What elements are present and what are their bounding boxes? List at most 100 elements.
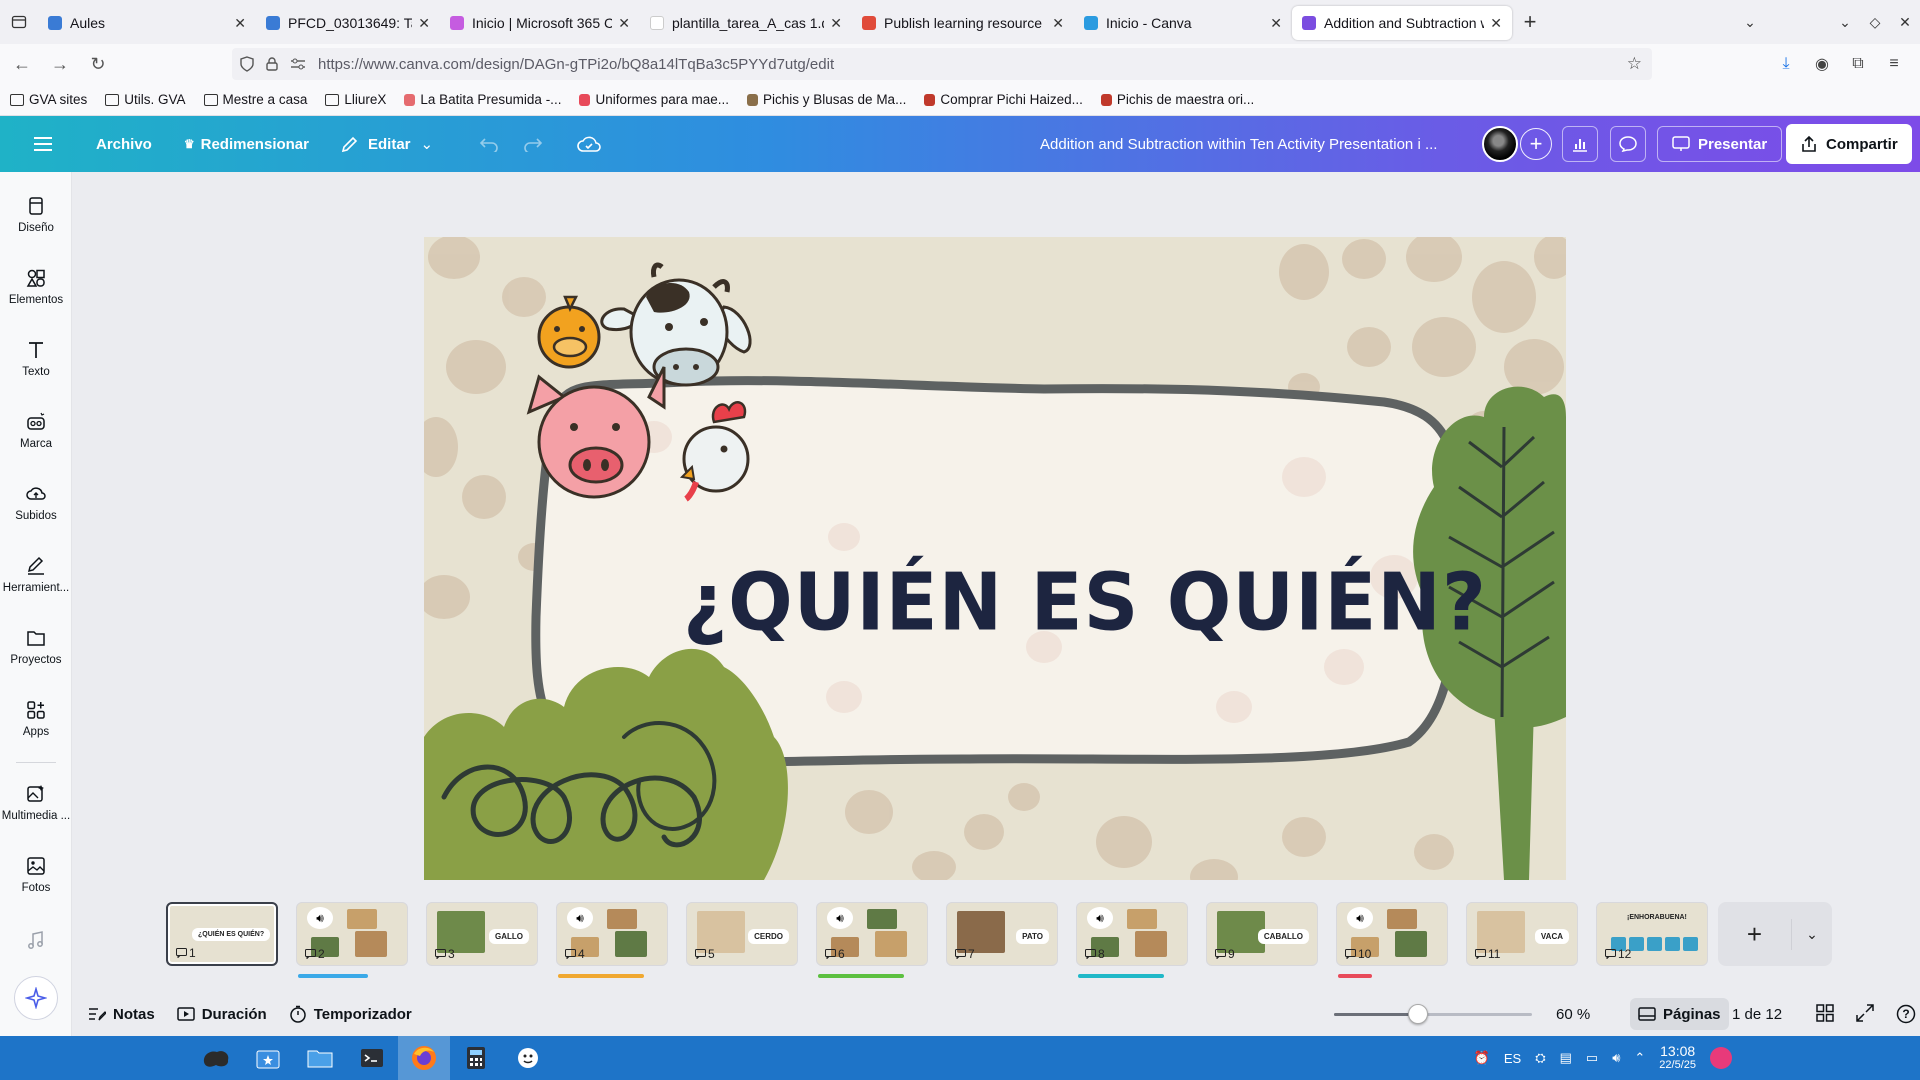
permissions-icon[interactable] <box>290 58 306 70</box>
page-thumbnail[interactable]: 🔊︎ 6 <box>816 902 928 966</box>
browser-tab[interactable]: PFCD_03013649: Tasca Mó ✕ <box>256 6 440 40</box>
account-icon[interactable]: ◉ <box>1804 48 1840 80</box>
page-thumbnail[interactable]: 🔊︎ 8 <box>1076 902 1188 966</box>
sidebar-item[interactable]: Texto <box>0 340 72 378</box>
alarm-icon[interactable]: ⏰ <box>1474 1050 1490 1066</box>
lock-icon[interactable] <box>266 57 278 71</box>
list-all-tabs-icon[interactable]: ⌄ <box>1730 14 1770 31</box>
presentar-button[interactable]: Presentar <box>1657 126 1783 162</box>
browser-tab[interactable]: Inicio - Canva ✕ <box>1074 6 1292 40</box>
fullscreen-icon[interactable] <box>1856 1004 1874 1026</box>
close-tab-icon[interactable]: ✕ <box>1270 15 1282 32</box>
close-tab-icon[interactable]: ✕ <box>1052 15 1064 32</box>
bookmark-item[interactable]: Mestre a casa <box>203 92 307 107</box>
document-title[interactable]: Addition and Subtraction within Ten Acti… <box>1040 116 1437 172</box>
user-avatar[interactable] <box>1710 1047 1732 1069</box>
slide-canvas[interactable]: ¿QUIÉN ES QUIÉN? <box>424 237 1566 880</box>
browser-tab[interactable]: Addition and Subtraction w ✕ <box>1292 6 1512 40</box>
insights-button[interactable] <box>1562 126 1598 162</box>
zoom-value[interactable]: 60 % <box>1556 1006 1590 1023</box>
file-manager-icon[interactable] <box>294 1036 346 1080</box>
close-tab-icon[interactable]: ✕ <box>830 15 842 32</box>
magic-assistant-button[interactable] <box>14 976 58 1020</box>
sidebar-item[interactable]: Diseño <box>0 196 72 234</box>
url-bar[interactable]: https://www.canva.com/design/DAGn-gTPi2o… <box>232 48 1652 80</box>
slide-title[interactable]: ¿QUIÉN ES QUIÉN? <box>424 555 1566 648</box>
temporizador-button[interactable]: Temporizador <box>289 1005 412 1023</box>
bookmark-item[interactable]: LliureX <box>325 92 386 107</box>
close-window-icon[interactable]: ✕ <box>1890 14 1920 31</box>
sidebar-item[interactable]: Apps <box>0 700 72 738</box>
forward-icon[interactable]: → <box>44 48 76 80</box>
minimize-icon[interactable]: ⌄ <box>1830 14 1860 31</box>
close-tab-icon[interactable]: ✕ <box>234 15 246 32</box>
undo-button[interactable] <box>467 124 511 164</box>
network-share-icon[interactable]: ⛭ <box>1535 1050 1545 1066</box>
back-icon[interactable]: ← <box>6 48 38 80</box>
paginas-button[interactable]: Páginas <box>1630 998 1729 1030</box>
zoom-slider[interactable] <box>1334 1013 1532 1016</box>
calculator-icon[interactable] <box>450 1036 502 1080</box>
close-tab-icon[interactable]: ✕ <box>618 15 630 32</box>
add-collaborator-button[interactable]: + <box>1520 128 1552 160</box>
download-icon[interactable]: ⤓ <box>1768 48 1804 80</box>
redo-button[interactable] <box>511 124 555 164</box>
bookmark-item[interactable]: Pichis y Blusas de Ma... <box>747 92 906 107</box>
menu-icon[interactable]: ≡ <box>1876 48 1912 80</box>
avatar[interactable] <box>1482 126 1518 162</box>
duracion-button[interactable]: Duración <box>176 1006 267 1023</box>
page-thumbnail[interactable]: 🔊︎ 10 <box>1336 902 1448 966</box>
sidebar-item[interactable]: Elementos <box>0 268 72 306</box>
chevron-down-icon[interactable]: ⌄ <box>1792 926 1832 943</box>
terminal-icon[interactable] <box>346 1036 398 1080</box>
page-thumbnail[interactable]: ¿QUIÉN ES QUIÉN? 1 <box>166 902 278 966</box>
main-menu-button[interactable] <box>22 124 64 164</box>
browser-tab[interactable]: Inicio | Microsoft 365 Copi ✕ <box>440 6 640 40</box>
page-thumbnail[interactable]: CERDO 5 <box>686 902 798 966</box>
bookmark-star-icon[interactable]: ☆ <box>1627 54 1642 74</box>
reload-icon[interactable]: ↻ <box>82 48 114 80</box>
page-thumbnail[interactable]: ¡ENHORABUENA! 12 <box>1596 902 1708 966</box>
help-icon[interactable]: ? <box>1896 1004 1916 1028</box>
page-thumbnail[interactable]: 🔊︎ 2 <box>296 902 408 966</box>
archivo-button[interactable]: Archivo <box>84 124 164 164</box>
app-launcher-icon[interactable] <box>190 1036 242 1080</box>
bookmark-item[interactable]: Utils. GVA <box>105 92 186 107</box>
display-icon[interactable]: ▭ <box>1586 1050 1598 1066</box>
new-tab-button[interactable]: + <box>1512 5 1548 39</box>
redimensionar-button[interactable]: ♛ Redimensionar <box>172 124 321 164</box>
sidebar-item[interactable]: Herramient... <box>0 556 72 594</box>
bookmark-item[interactable]: Uniformes para mae... <box>579 92 729 107</box>
cloud-save-button[interactable] <box>565 124 613 164</box>
firefox-icon[interactable] <box>398 1036 450 1080</box>
compartir-button[interactable]: Compartir <box>1786 124 1912 164</box>
grid-view-icon[interactable] <box>1816 1004 1834 1026</box>
page-thumbnail[interactable]: GALLO 3 <box>426 902 538 966</box>
comments-button[interactable] <box>1610 126 1646 162</box>
page-thumbnail[interactable]: VACA 11 <box>1466 902 1578 966</box>
zoom-slider-handle[interactable] <box>1408 1004 1428 1024</box>
page-thumbnail[interactable]: PATO 7 <box>946 902 1058 966</box>
add-page-button[interactable]: + <box>1718 918 1792 950</box>
bookmark-item[interactable]: Pichis de maestra ori... <box>1100 92 1254 107</box>
editar-button[interactable]: Editar ⌄ <box>329 124 445 164</box>
shield-icon[interactable] <box>240 56 254 72</box>
extensions-icon[interactable]: ⧉ <box>1840 48 1876 80</box>
sidebar-item[interactable]: Multimedia ... <box>0 784 72 822</box>
browser-tab[interactable]: Aules ✕ <box>38 6 256 40</box>
browser-tab[interactable]: Publish learning resource ✕ <box>852 6 1074 40</box>
bookmark-item[interactable]: GVA sites <box>10 92 87 107</box>
sidebar-item[interactable]: Proyectos <box>0 628 72 666</box>
browser-tab[interactable]: plantilla_tarea_A_cas 1.doc ✕ <box>640 6 852 40</box>
bookmark-item[interactable]: La Batita Presumida -... <box>404 92 561 107</box>
bookmark-item[interactable]: Comprar Pichi Haized... <box>924 92 1083 107</box>
software-store-icon[interactable] <box>242 1036 294 1080</box>
maximize-icon[interactable]: ◇ <box>1860 14 1890 31</box>
tray-expand-icon[interactable]: ⌃ <box>1634 1050 1645 1066</box>
tab-list-icon[interactable] <box>0 0 38 44</box>
sidebar-item[interactable]: Subidos <box>0 484 72 522</box>
close-tab-icon[interactable]: ✕ <box>418 15 430 32</box>
notas-button[interactable]: Notas <box>88 1006 155 1023</box>
page-thumbnail[interactable]: 🔊︎ 4 <box>556 902 668 966</box>
sidebar-item[interactable]: Marca <box>0 412 72 450</box>
